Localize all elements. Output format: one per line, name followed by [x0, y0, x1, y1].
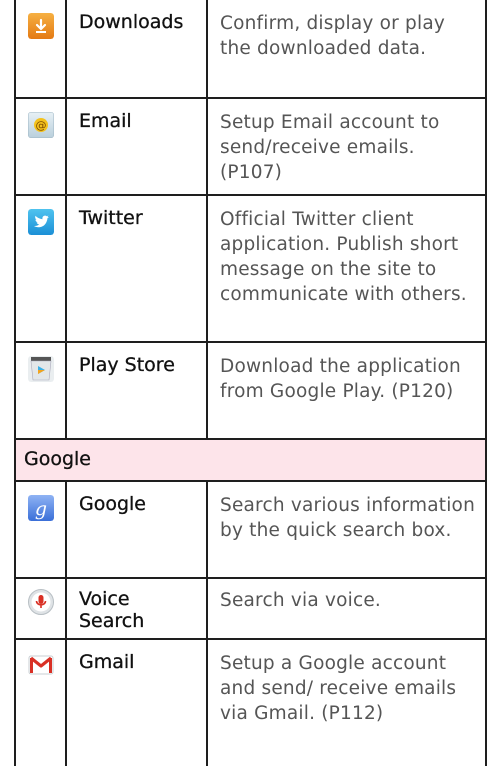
- svg-text:g: g: [35, 498, 47, 520]
- table-row: Gmail Setup a Google account and send/ r…: [14, 638, 487, 766]
- app-name: Voice Search: [65, 577, 208, 640]
- play-store-icon: [28, 356, 54, 382]
- app-description: Search via voice.: [206, 577, 487, 640]
- download-icon: [28, 13, 54, 39]
- section-header: Google: [14, 438, 487, 482]
- app-description: Official Twitter client application. Pub…: [206, 194, 487, 343]
- app-description: Setup a Google account and send/ receive…: [206, 638, 487, 766]
- google-search-icon: g: [28, 495, 54, 521]
- page: Downloads Confirm, display or play the d…: [0, 0, 501, 766]
- app-description: Download the application from Google Pla…: [206, 341, 487, 440]
- svg-text:@: @: [36, 119, 47, 132]
- app-name: Play Store: [65, 341, 208, 440]
- app-name: Google: [65, 480, 208, 579]
- email-icon: @: [28, 112, 54, 138]
- app-description: Search various information by the quick …: [206, 480, 487, 579]
- apps-table: Downloads Confirm, display or play the d…: [14, 0, 487, 766]
- twitter-icon: [28, 209, 54, 235]
- app-name: Email: [65, 97, 208, 196]
- table-row: g Google Search various information by t…: [14, 480, 487, 579]
- table-row: Play Store Download the application from…: [14, 341, 487, 440]
- app-name: Downloads: [65, 0, 208, 99]
- app-name: Twitter: [65, 194, 208, 343]
- voice-search-icon: [28, 589, 54, 615]
- table-row: Downloads Confirm, display or play the d…: [14, 0, 487, 99]
- app-name: Gmail: [65, 638, 208, 766]
- app-description: Confirm, display or play the downloaded …: [206, 0, 487, 99]
- table-row: Voice Search Search via voice.: [14, 577, 487, 640]
- table-row: @ Email Setup Email account to send/rece…: [14, 97, 487, 196]
- gmail-icon: [28, 652, 54, 678]
- app-description: Setup Email account to send/receive emai…: [206, 97, 487, 196]
- section-header-row: Google: [14, 438, 487, 482]
- table-row: Twitter Official Twitter client applicat…: [14, 194, 487, 343]
